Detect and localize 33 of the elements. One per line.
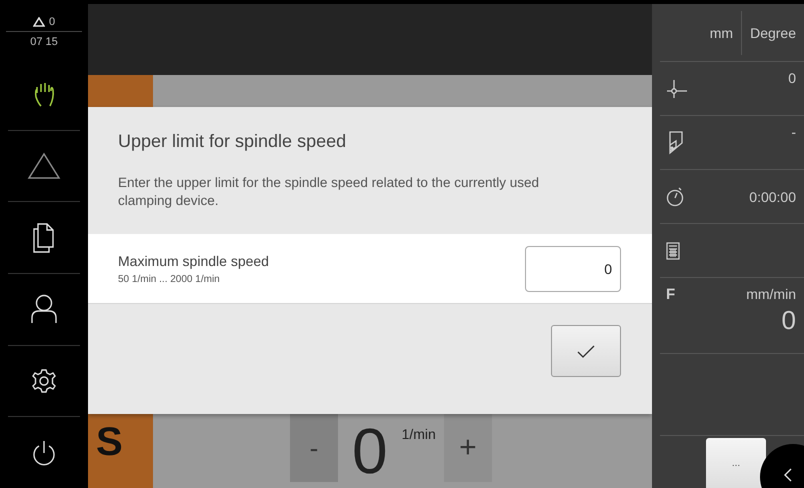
spindle-axis-label: S bbox=[88, 414, 153, 488]
field-label: Maximum spindle speed bbox=[118, 252, 269, 268]
chevron-left-icon bbox=[784, 468, 792, 482]
unit-toggle[interactable]: Degree bbox=[741, 10, 804, 54]
user-icon bbox=[30, 294, 58, 324]
feed-label: F bbox=[666, 286, 676, 303]
stopwatch-icon bbox=[666, 186, 684, 206]
origin-icon bbox=[666, 78, 688, 98]
axis-block bbox=[88, 75, 153, 107]
documents-icon bbox=[32, 222, 56, 253]
field-range: 50 1/min ... 2000 1/min bbox=[118, 274, 221, 284]
hand-icon bbox=[33, 81, 55, 108]
status-value: 0 bbox=[788, 69, 796, 86]
power-icon bbox=[32, 440, 56, 466]
feed-value: 0 bbox=[782, 305, 796, 336]
calculator-icon bbox=[666, 242, 680, 260]
dialog-title: Upper limit for spindle speed bbox=[117, 130, 348, 152]
status-value: 0:00:00 bbox=[749, 188, 796, 204]
spindle-speed-value: 0 bbox=[352, 414, 388, 488]
unit-toggle[interactable]: mm bbox=[702, 24, 742, 40]
more-button[interactable]: ... bbox=[706, 438, 766, 488]
dialog-description: Enter the upper limit for the spindle speed related to the currently used clamping device. bbox=[117, 174, 540, 210]
warning-count: 0 bbox=[48, 16, 56, 28]
settings-icon bbox=[32, 369, 56, 394]
feed-unit: mm/min bbox=[746, 286, 796, 303]
clock-time: 07 15 bbox=[30, 36, 58, 48]
increase-button[interactable]: + bbox=[444, 414, 492, 482]
warning-triangle-icon bbox=[32, 16, 45, 26]
spindle-speed-input[interactable]: 0 bbox=[525, 246, 621, 292]
triangle-icon bbox=[27, 152, 61, 180]
spindle-speed-unit: 1/min bbox=[402, 426, 436, 442]
checkmark-icon bbox=[577, 344, 595, 358]
status-value: - bbox=[791, 123, 796, 140]
